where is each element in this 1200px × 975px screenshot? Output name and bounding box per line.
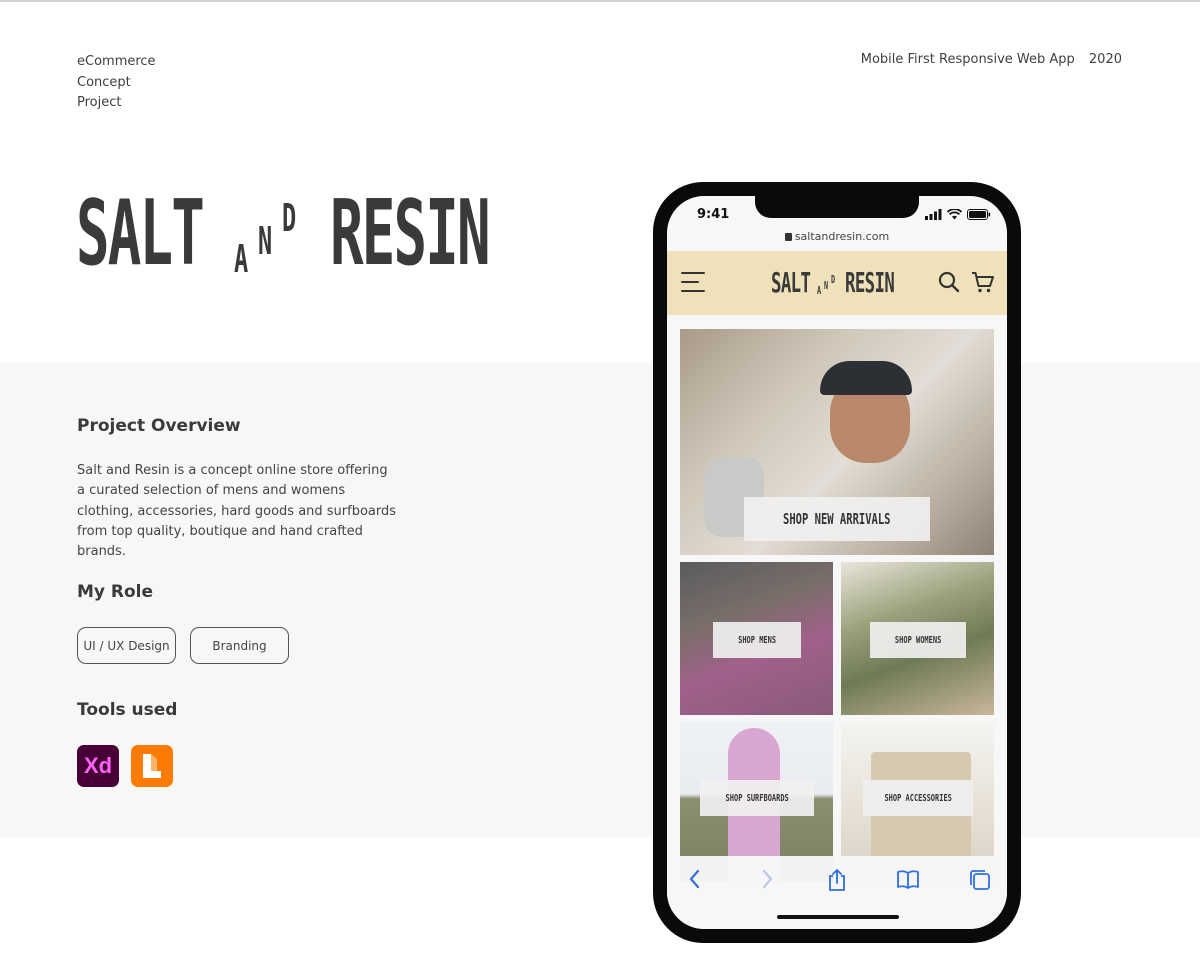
hero-banner[interactable]: SHOP NEW ARRIVALS xyxy=(680,329,994,555)
project-type: eCommerce Concept Project xyxy=(77,52,156,114)
search-icon[interactable] xyxy=(937,270,961,294)
logo-letter-n: N xyxy=(258,219,273,263)
tabs-icon[interactable] xyxy=(968,868,992,892)
project-year: 2020 xyxy=(1088,52,1122,67)
overview-title: Project Overview xyxy=(77,416,241,436)
tools-list: Xd xyxy=(77,745,173,787)
store-logo[interactable]: SALT A N D RESIN xyxy=(771,266,911,300)
shop-new-arrivals-button[interactable]: SHOP NEW ARRIVALS xyxy=(744,497,930,541)
phone-screen: 9:41 saltandresin.com SALT A N D RESIN S… xyxy=(667,196,1007,929)
bookmarks-icon[interactable] xyxy=(896,868,920,890)
logo-letter-d: D xyxy=(282,196,297,240)
brand-logo: SALT A N D RESIN xyxy=(76,184,516,284)
role-tag-uiux: UI / UX Design xyxy=(77,627,176,664)
portfolio-page: eCommerce Concept Project Mobile First R… xyxy=(0,0,1200,975)
store-header: SALT A N D RESIN xyxy=(667,251,1007,315)
logo-letter-a: A xyxy=(234,237,249,281)
project-type-line: eCommerce xyxy=(77,54,156,69)
logo-word-salt: SALT xyxy=(76,181,205,286)
logo-letter-d: D xyxy=(831,273,836,286)
project-meta: Mobile First Responsive Web App 2020 xyxy=(861,52,1122,67)
category-tile-mens[interactable]: SHOP MENS xyxy=(680,562,833,715)
back-icon[interactable] xyxy=(685,868,705,890)
status-icons xyxy=(925,209,991,220)
lock-icon xyxy=(784,233,792,241)
role-tags: UI / UX Design Branding xyxy=(77,627,289,664)
home-indicator[interactable] xyxy=(777,915,899,919)
forward-icon[interactable] xyxy=(757,868,777,890)
project-type-line: Concept xyxy=(77,74,131,90)
role-title: My Role xyxy=(77,582,154,602)
logo-word-resin: RESIN xyxy=(330,181,491,286)
phone-mockup: 9:41 saltandresin.com SALT A N D RESIN S… xyxy=(653,182,1021,943)
shop-mens-button[interactable]: SHOP MENS xyxy=(713,622,801,658)
tools-title: Tools used xyxy=(77,700,178,720)
address-bar[interactable]: saltandresin.com xyxy=(667,230,1007,243)
shop-womens-button[interactable]: SHOP WOMENS xyxy=(870,622,966,658)
shop-accessories-button[interactable]: SHOP ACCESSORIES xyxy=(863,780,973,816)
battery-icon xyxy=(967,209,991,220)
menu-icon[interactable] xyxy=(681,272,705,292)
hero-photo-cap xyxy=(820,361,912,395)
shop-surfboards-button[interactable]: SHOP SURFBOARDS xyxy=(700,780,814,816)
adobe-xd-icon: Xd xyxy=(77,745,119,787)
project-type-line: Project xyxy=(77,95,122,110)
logo-letter-n: N xyxy=(824,279,829,292)
phone-notch xyxy=(755,196,919,218)
signal-icon xyxy=(925,209,942,220)
logo-letter-a: A xyxy=(817,284,822,297)
lunacy-icon xyxy=(131,745,173,787)
cart-icon[interactable] xyxy=(971,270,995,294)
project-subtitle: Mobile First Responsive Web App xyxy=(860,52,1075,67)
logo-word-salt: SALT xyxy=(771,266,811,299)
wifi-icon xyxy=(947,209,962,220)
logo-word-resin: RESIN xyxy=(845,266,895,299)
status-time: 9:41 xyxy=(697,207,730,222)
category-tile-womens[interactable]: SHOP WOMENS xyxy=(841,562,994,715)
role-tag-branding: Branding xyxy=(190,627,289,664)
overview-text: Salt and Resin is a concept online store… xyxy=(77,463,397,560)
url-text: saltandresin.com xyxy=(794,230,890,243)
share-icon[interactable] xyxy=(826,868,848,892)
